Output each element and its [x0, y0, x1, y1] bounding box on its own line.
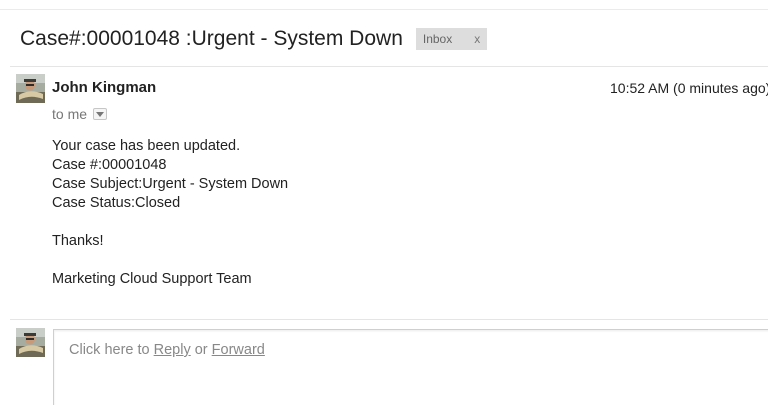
recipient-row: to me — [52, 105, 108, 123]
sender-avatar[interactable] — [16, 74, 45, 103]
inbox-label-chip[interactable]: Inbox x — [415, 28, 488, 50]
body-line: Case Status:Closed — [52, 195, 181, 211]
forward-link[interactable]: Forward — [212, 342, 265, 358]
details-dropdown-button[interactable] — [93, 108, 108, 120]
avatar-photo — [16, 328, 45, 357]
body-signature: Marketing Cloud Support Team — [52, 271, 252, 287]
thread-subject: Case#:00001048 :Urgent - System Down — [20, 27, 403, 50]
message-timestamp: 10:52 AM (0 minutes ago) — [610, 80, 768, 96]
sender-name[interactable]: John Kingman — [52, 79, 156, 96]
body-line: Thanks! — [52, 233, 104, 249]
header-divider — [10, 66, 768, 67]
message-divider — [10, 319, 768, 320]
user-avatar — [16, 328, 45, 357]
remove-label-button[interactable]: x — [474, 32, 480, 46]
chevron-down-icon — [96, 111, 105, 117]
top-divider — [0, 9, 768, 10]
body-line: Case #:00001048 — [52, 157, 167, 173]
label-name: Inbox — [422, 32, 453, 46]
email-thread-view: Case#:00001048 :Urgent - System Down Inb… — [0, 0, 768, 405]
reply-connector: or — [194, 342, 208, 358]
avatar-photo — [16, 74, 45, 103]
recipient-text: to me — [52, 106, 88, 122]
reply-link[interactable]: Reply — [154, 342, 191, 358]
reply-prompt: Click here to Reply or Forward — [69, 342, 265, 358]
message-body: Your case has been updated. Case #:00001… — [52, 137, 288, 289]
reply-prefix: Click here to — [69, 342, 150, 358]
subject-row: Case#:00001048 :Urgent - System Down Inb… — [20, 26, 488, 52]
reply-box[interactable]: Click here to Reply or Forward — [53, 329, 768, 405]
body-line: Your case has been updated. — [52, 138, 241, 154]
body-line: Case Subject:Urgent - System Down — [52, 176, 289, 192]
